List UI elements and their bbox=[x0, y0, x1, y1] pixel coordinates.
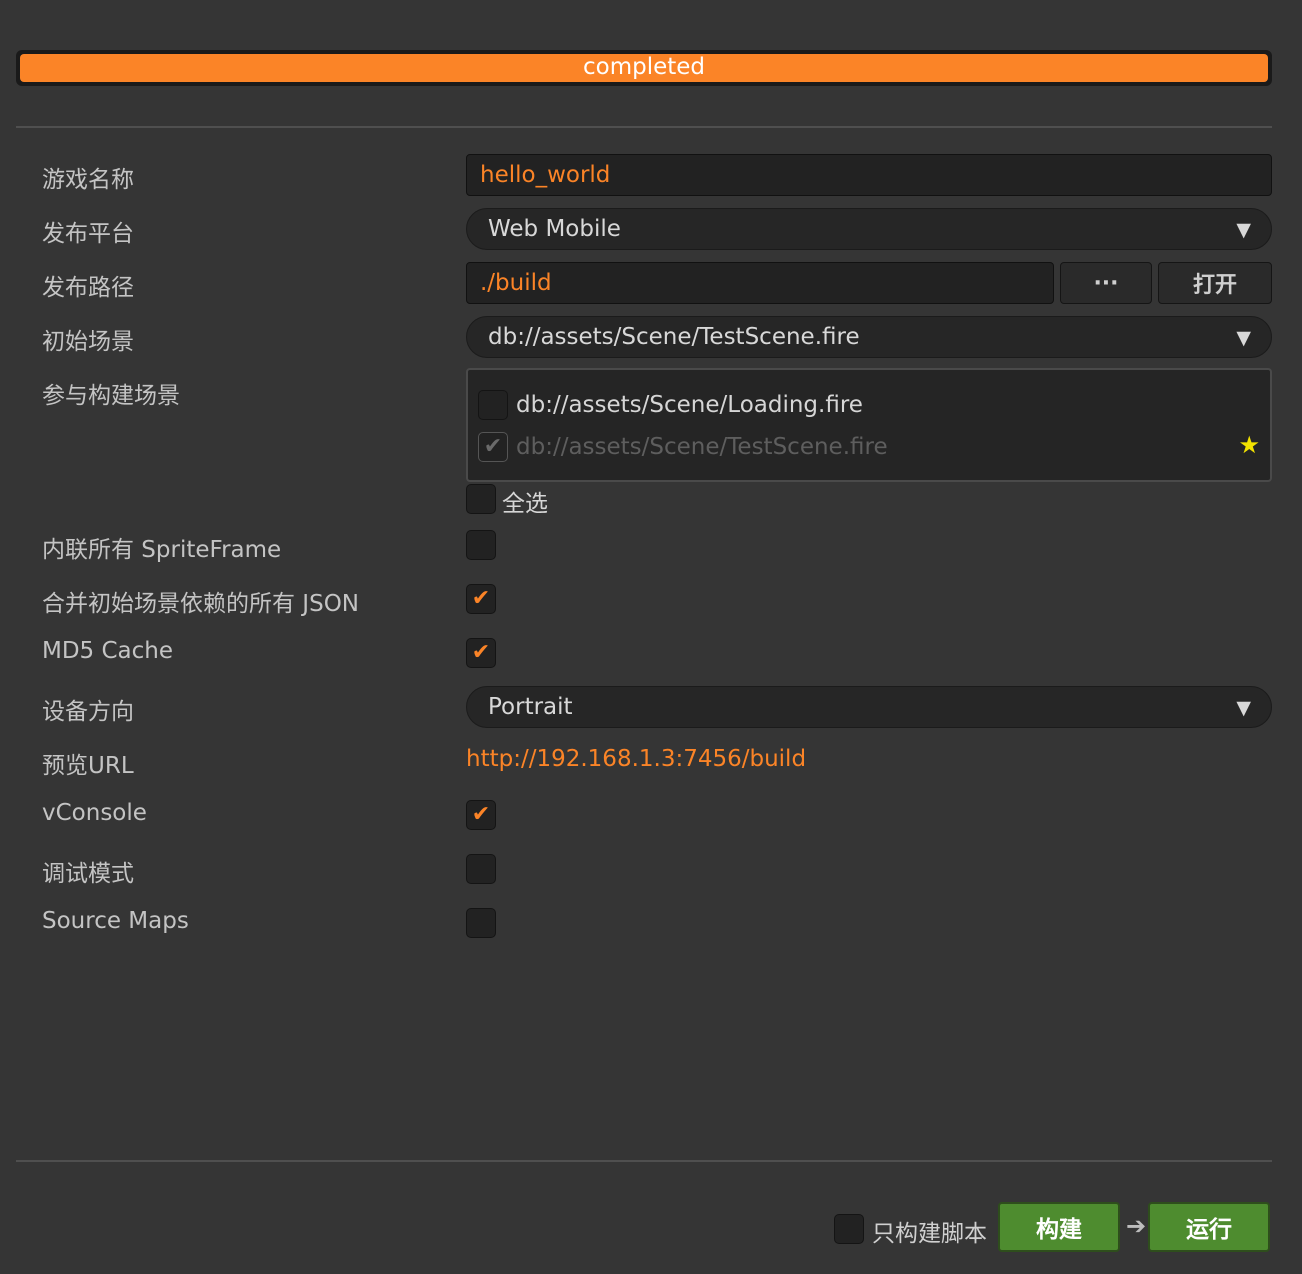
md5-cache-checkbox[interactable]: ✔ bbox=[466, 638, 496, 668]
game-name-input[interactable]: hello_world bbox=[466, 154, 1272, 196]
platform-label: 发布平台 bbox=[42, 221, 134, 247]
scene-item-loading[interactable]: db://assets/Scene/Loading.fire bbox=[516, 392, 863, 418]
progress-status-text: completed bbox=[582, 54, 706, 80]
open-folder-button[interactable]: 打开 bbox=[1158, 262, 1272, 304]
star-icon: ★ bbox=[1238, 431, 1260, 459]
check-icon: ✔ bbox=[471, 802, 491, 827]
bottom-divider bbox=[16, 1160, 1272, 1162]
script-only-label: 只构建脚本 bbox=[872, 1221, 987, 1247]
merge-json-checkbox[interactable]: ✔ bbox=[466, 584, 496, 614]
included-scenes-label: 参与构建场景 bbox=[42, 383, 180, 409]
start-scene-value: db://assets/Scene/TestScene.fire bbox=[488, 324, 860, 350]
debug-mode-checkbox[interactable] bbox=[466, 854, 496, 884]
platform-value: Web Mobile bbox=[488, 216, 621, 242]
browse-button[interactable]: ··· bbox=[1060, 262, 1152, 304]
build-path-input[interactable]: ./build bbox=[466, 262, 1054, 304]
debug-mode-label: 调试模式 bbox=[42, 861, 134, 887]
game-name-label: 游戏名称 bbox=[42, 167, 134, 193]
vconsole-checkbox[interactable]: ✔ bbox=[466, 800, 496, 830]
triangle-down-icon: ▼ bbox=[1236, 219, 1251, 241]
orientation-label: 设备方向 bbox=[42, 699, 134, 725]
build-progress-bar: completed bbox=[16, 50, 1272, 86]
run-button[interactable]: 运行 bbox=[1148, 1202, 1270, 1252]
check-icon: ✔ bbox=[483, 434, 503, 459]
script-only-checkbox[interactable] bbox=[834, 1214, 864, 1244]
triangle-down-icon: ▼ bbox=[1236, 697, 1251, 719]
md5-cache-label: MD5 Cache bbox=[42, 638, 174, 664]
scene-checkbox-testscene: ✔ bbox=[478, 432, 508, 462]
select-all-checkbox[interactable] bbox=[466, 484, 496, 514]
platform-select[interactable]: Web Mobile ▼ bbox=[466, 208, 1272, 250]
select-all-label: 全选 bbox=[502, 491, 548, 517]
arrow-right-icon: ➔ bbox=[1126, 1212, 1147, 1240]
build-path-label: 发布路径 bbox=[42, 275, 134, 301]
vconsole-label: vConsole bbox=[42, 800, 147, 826]
inline-spriteframe-checkbox[interactable] bbox=[466, 530, 496, 560]
triangle-down-icon: ▼ bbox=[1236, 327, 1251, 349]
source-maps-checkbox[interactable] bbox=[466, 908, 496, 938]
inline-spriteframe-label: 内联所有 SpriteFrame bbox=[42, 537, 282, 563]
start-scene-select[interactable]: db://assets/Scene/TestScene.fire ▼ bbox=[466, 316, 1272, 358]
scene-list: db://assets/Scene/Loading.fire ✔ db://as… bbox=[466, 368, 1272, 482]
preview-url-label: 预览URL bbox=[42, 753, 134, 779]
orientation-value: Portrait bbox=[488, 694, 573, 720]
preview-url-link[interactable]: http://192.168.1.3:7456/build bbox=[466, 746, 806, 772]
scene-checkbox-loading[interactable] bbox=[478, 390, 508, 420]
build-button[interactable]: 构建 bbox=[998, 1202, 1120, 1252]
start-scene-label: 初始场景 bbox=[42, 329, 134, 355]
top-divider bbox=[16, 126, 1272, 128]
orientation-select[interactable]: Portrait ▼ bbox=[466, 686, 1272, 728]
merge-json-label: 合并初始场景依赖的所有 JSON bbox=[42, 591, 360, 617]
check-icon: ✔ bbox=[471, 640, 491, 665]
source-maps-label: Source Maps bbox=[42, 908, 189, 934]
check-icon: ✔ bbox=[471, 586, 491, 611]
scene-item-testscene: db://assets/Scene/TestScene.fire bbox=[516, 434, 888, 460]
